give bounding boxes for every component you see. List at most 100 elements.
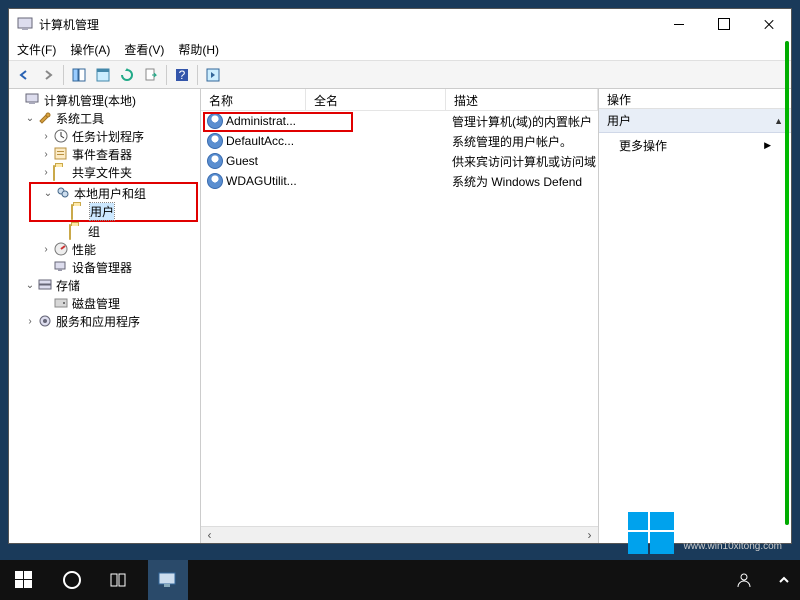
horizontal-scrollbar[interactable]: ‹ ›	[201, 526, 598, 543]
device-manager-icon	[53, 259, 69, 275]
toolbar-separator	[197, 65, 198, 85]
tree-label: 服务和应用程序	[56, 313, 140, 330]
window-resize-handle[interactable]	[785, 41, 789, 525]
cell-description: 管理计算机(域)的内置帐户	[446, 113, 598, 130]
properties-button[interactable]	[92, 64, 114, 86]
user-icon	[207, 173, 223, 189]
forward-button[interactable]	[37, 64, 59, 86]
show-hide-tree-button[interactable]	[68, 64, 90, 86]
tree-task-scheduler[interactable]: › 任务计划程序	[9, 127, 200, 145]
tree-label: 本地用户和组	[74, 185, 146, 202]
tree-label: 共享文件夹	[72, 164, 132, 181]
tree-event-viewer[interactable]: › 事件查看器	[9, 145, 200, 163]
actions-more[interactable]: 更多操作 ▶	[599, 133, 791, 158]
app-icon	[17, 16, 33, 32]
tree-disk-management[interactable]: 磁盘管理	[9, 294, 200, 312]
collapse-icon[interactable]: ⌄	[23, 113, 37, 124]
shared-folder-icon	[53, 164, 69, 180]
window-title: 计算机管理	[39, 16, 656, 33]
tree-local-users-groups[interactable]: ⌄ 本地用户和组	[31, 184, 196, 202]
services-icon	[37, 313, 53, 329]
tree-performance[interactable]: › 性能	[9, 240, 200, 258]
expand-icon[interactable]: ›	[39, 149, 53, 160]
menu-view[interactable]: 查看(V)	[124, 41, 164, 58]
tree-device-manager[interactable]: 设备管理器	[9, 258, 200, 276]
watermark-text: Win10之家 www.win10xitong.com	[684, 515, 782, 552]
tree-label: 事件查看器	[72, 146, 132, 163]
tree-label: 存储	[56, 277, 80, 294]
cell-description: 供来宾访问计算机或访问域	[446, 153, 598, 170]
watermark: Win10之家 www.win10xitong.com	[628, 512, 782, 554]
toolbar: ?	[9, 61, 791, 89]
tree-services-apps[interactable]: › 服务和应用程序	[9, 312, 200, 330]
clock-icon	[53, 128, 69, 144]
list-row[interactable]: DefaultAcc... 系统管理的用户帐户。	[201, 131, 598, 151]
minimize-button[interactable]	[656, 9, 701, 39]
collapse-triangle-icon: ▲	[774, 116, 783, 126]
user-icon	[207, 153, 223, 169]
tree-root[interactable]: 计算机管理(本地)	[9, 91, 200, 109]
column-name[interactable]: 名称	[201, 89, 306, 110]
column-description[interactable]: 描述	[446, 89, 598, 110]
expand-icon[interactable]: ›	[39, 244, 53, 255]
actions-more-label: 更多操作	[619, 137, 667, 154]
collapse-icon[interactable]: ⌄	[23, 280, 37, 291]
folder-icon	[69, 223, 85, 239]
export-button[interactable]	[140, 64, 162, 86]
event-icon	[53, 146, 69, 162]
action-pane-button[interactable]	[202, 64, 224, 86]
close-button[interactable]	[746, 9, 791, 39]
storage-icon	[37, 277, 53, 293]
refresh-button[interactable]	[116, 64, 138, 86]
tree-shared-folders[interactable]: › 共享文件夹	[9, 163, 200, 181]
menu-file[interactable]: 文件(F)	[17, 41, 56, 58]
taskbar-app-compmgmt[interactable]	[148, 560, 188, 600]
tree-label: 系统工具	[56, 110, 104, 127]
tree-groups[interactable]: 组	[9, 222, 200, 240]
tree-system-tools[interactable]: ⌄ 系统工具	[9, 109, 200, 127]
column-fullname[interactable]: 全名	[306, 89, 446, 110]
toolbar-separator	[63, 65, 64, 85]
expand-icon[interactable]: ›	[39, 167, 53, 178]
scroll-right-icon[interactable]: ›	[581, 527, 598, 544]
help-button[interactable]: ?	[171, 64, 193, 86]
performance-icon	[53, 241, 69, 257]
task-view-button[interactable]	[100, 560, 140, 600]
svg-text:?: ?	[179, 68, 186, 82]
menu-action[interactable]: 操作(A)	[70, 41, 110, 58]
expand-icon[interactable]: ›	[23, 316, 37, 327]
collapse-icon[interactable]: ⌄	[41, 188, 55, 199]
tray-people-icon[interactable]	[724, 560, 764, 600]
start-button[interactable]	[4, 560, 44, 600]
list-row[interactable]: Guest 供来宾访问计算机或访问域	[201, 151, 598, 171]
actions-section-users[interactable]: 用户 ▲	[599, 109, 791, 133]
taskbar[interactable]	[0, 560, 800, 600]
titlebar: 计算机管理	[9, 9, 791, 39]
computer-icon	[25, 92, 41, 108]
user-icon	[207, 113, 223, 129]
submenu-triangle-icon: ▶	[764, 140, 771, 151]
cell-description: 系统管理的用户帐户。	[446, 133, 598, 150]
users-groups-icon	[55, 185, 71, 201]
folder-icon	[71, 203, 87, 219]
scroll-left-icon[interactable]: ‹	[201, 527, 218, 544]
maximize-button[interactable]	[701, 9, 746, 39]
tray-expand-icon[interactable]	[772, 560, 796, 600]
tree-storage[interactable]: ⌄ 存储	[9, 276, 200, 294]
tools-icon	[37, 110, 53, 126]
expand-icon[interactable]: ›	[39, 131, 53, 142]
cortana-button[interactable]	[52, 560, 92, 600]
list-row[interactable]: WDAGUtilit... 系统为 Windows Defend	[201, 171, 598, 191]
back-button[interactable]	[13, 64, 35, 86]
menu-help[interactable]: 帮助(H)	[178, 41, 219, 58]
list-header: 名称 全名 描述	[201, 89, 598, 111]
tree-label: 计算机管理(本地)	[44, 92, 136, 109]
tree-users[interactable]: 用户	[31, 202, 196, 220]
disk-icon	[53, 295, 69, 311]
toolbar-separator	[166, 65, 167, 85]
list-pane: 名称 全名 描述 Administrat... 管理计算机(域)的内置帐户 De…	[201, 89, 599, 543]
actions-section-label: 用户	[607, 112, 631, 129]
list-body[interactable]: Administrat... 管理计算机(域)的内置帐户 DefaultAcc.…	[201, 111, 598, 526]
list-row[interactable]: Administrat... 管理计算机(域)的内置帐户	[201, 111, 598, 131]
navigation-tree[interactable]: 计算机管理(本地) ⌄ 系统工具 › 任务计划程序 › 事件查看器 › 共享文件…	[9, 89, 201, 543]
